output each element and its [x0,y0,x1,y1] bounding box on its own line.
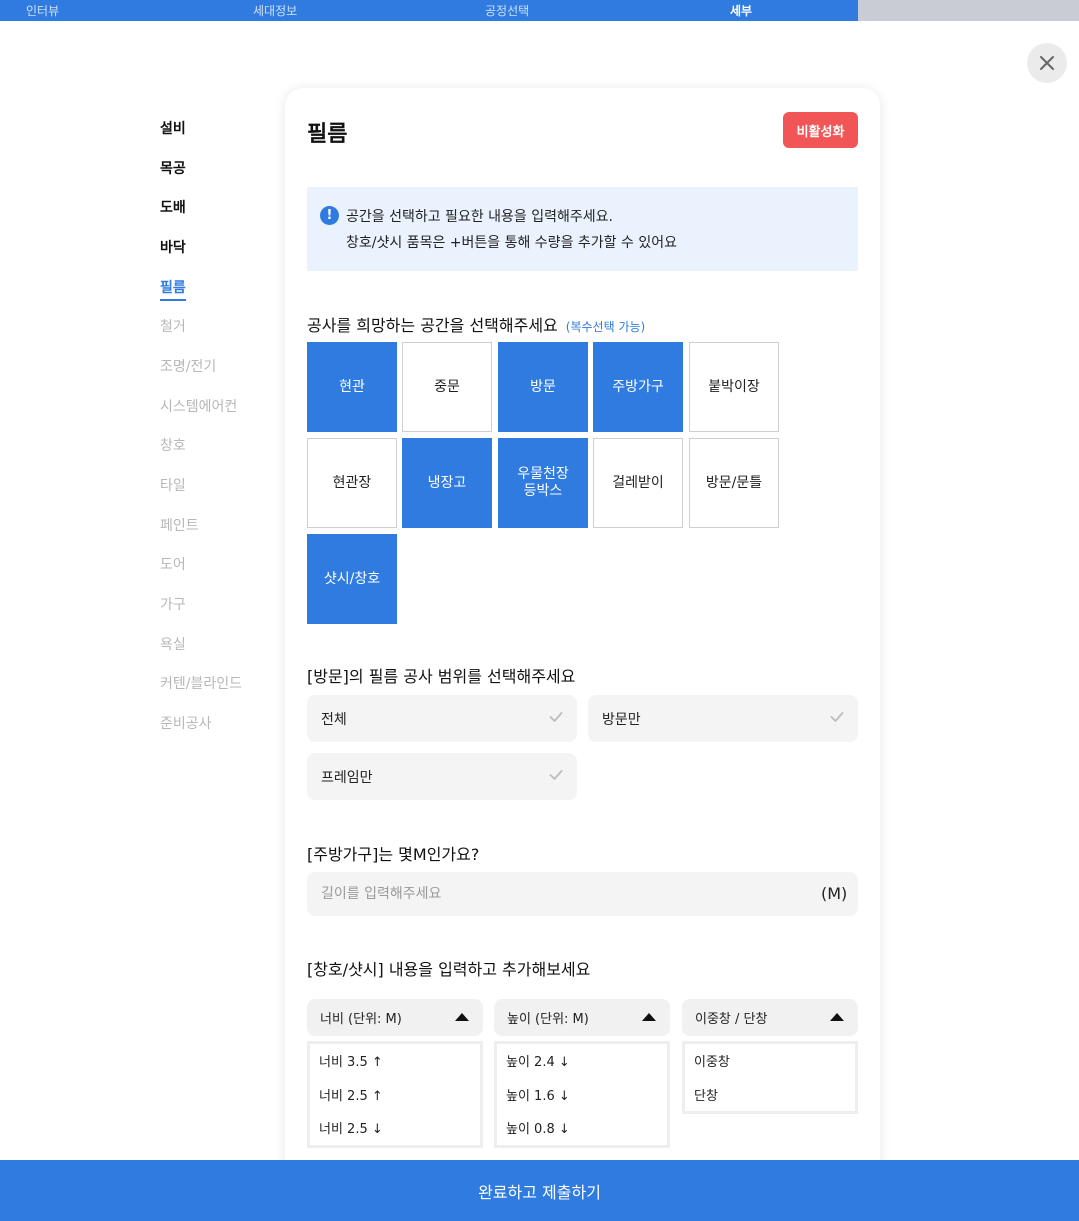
space-tile-label: 샷시/창호 [323,570,381,587]
space-tile-label: 냉장고 [427,474,467,491]
check-icon [549,770,563,780]
space-tile-label: 중문 [434,378,460,395]
kitchen-length-question: [주방가구]는 몇M인가요? [307,845,480,864]
space-tile-label: 방문 [530,378,556,395]
space-tile-door-frame[interactable]: 방문/문틀 [689,438,779,528]
sidebar-item-aircon[interactable]: 시스템에어컨 [160,396,237,416]
door-option-door-only[interactable]: 방문만 [588,695,858,742]
dropdown-label: 이중창 / 단창 [695,1012,768,1027]
sidebar-item-flooring[interactable]: 바닥 [160,237,186,257]
detail-card: 필름 비활성화 ! 공간을 선택하고 필요한 내용을 입력해주세요. 창호/샷시… [285,88,880,1221]
space-tile-kitchen-cabinet[interactable]: 주방가구 [593,342,683,432]
info-box: ! 공간을 선택하고 필요한 내용을 입력해주세요. 창호/샷시 품목은 +버튼… [307,187,858,271]
option-label: 전체 [321,711,347,728]
step-process-select[interactable]: 공정선택 [485,2,529,19]
dropdown-option[interactable]: 너비 2.5 ↓ [310,1111,480,1145]
option-label: 방문만 [602,711,641,728]
space-tile-label: 우물천장 등박스 [517,466,569,499]
sidebar-item-lighting[interactable]: 조명/전기 [160,356,216,376]
sidebar-item-film[interactable]: 필름 [160,277,186,301]
sidebar-item-door[interactable]: 도어 [160,554,186,574]
info-line-2: 창호/샷시 품목은 +버튼을 통해 수량을 추가할 수 있어요 [346,235,677,251]
close-button[interactable] [1027,43,1067,83]
sidebar-item-paint[interactable]: 페인트 [160,515,199,535]
window-question: [창호/샷시] 내용을 입력하고 추가해보세요 [307,960,591,979]
check-icon [549,712,563,722]
space-tile-shoe-cabinet[interactable]: 현관장 [307,438,397,528]
sidebar-item-carpentry[interactable]: 목공 [160,158,186,178]
door-scope-question: [방문]의 필름 공사 범위를 선택해주세요 [307,667,576,686]
space-question: 공사를 희망하는 공간을 선택해주세요 (복수선택 가능) [307,312,645,336]
caret-up-icon [455,1013,469,1021]
step-detail[interactable]: 세부 [730,2,752,19]
height-options-list: 높이 2.4 ↓ 높이 1.6 ↓ 높이 0.8 ↓ [494,1041,670,1148]
space-tile-sash-window[interactable]: 샷시/창호 [307,534,397,624]
submit-button[interactable]: 완료하고 제출하기 [0,1160,1079,1221]
space-tile-label: 주방가구 [612,378,664,395]
check-icon [830,712,844,722]
space-tile-coffered-ceiling[interactable]: 우물천장 등박스 [498,438,588,528]
step-interview[interactable]: 인터뷰 [26,2,59,19]
width-dropdown[interactable]: 너비 (단위: M) [307,999,483,1036]
sidebar-item-wallpaper[interactable]: 도배 [160,197,186,217]
sidebar-item-tile[interactable]: 타일 [160,475,186,495]
door-option-all[interactable]: 전체 [307,695,577,742]
height-dropdown[interactable]: 높이 (단위: M) [494,999,670,1036]
option-label: 프레임만 [321,769,373,786]
space-tile-baseboard[interactable]: 걸레받이 [593,438,683,528]
window-type-dropdown[interactable]: 이중창 / 단창 [682,999,858,1036]
space-tile-entrance[interactable]: 현관 [307,342,397,432]
dropdown-option[interactable]: 이중창 [685,1044,855,1078]
sidebar-item-prep-work[interactable]: 준비공사 [160,713,212,733]
window-type-options-list: 이중창 단창 [682,1041,858,1114]
space-tile-label: 붙박이장 [708,378,760,395]
progress-bar: 인터뷰 세대정보 공정선택 세부 [0,0,1079,21]
space-tile-label: 현관장 [332,474,372,491]
space-tile-built-in-closet[interactable]: 붙박이장 [689,342,779,432]
multi-select-hint: (복수선택 가능) [565,320,646,334]
close-icon [1040,56,1054,70]
space-tile-room-door[interactable]: 방문 [498,342,588,432]
dropdown-option[interactable]: 높이 2.4 ↓ [497,1044,667,1078]
sidebar-item-furniture[interactable]: 가구 [160,594,186,614]
info-icon: ! [320,206,339,225]
dropdown-label: 높이 (단위: M) [507,1012,589,1027]
space-tile-middle-door[interactable]: 중문 [402,342,492,432]
sidebar-item-demolition[interactable]: 철거 [160,316,186,336]
dropdown-label: 너비 (단위: M) [320,1012,402,1027]
dropdown-option[interactable]: 높이 1.6 ↓ [497,1078,667,1112]
length-unit-label: (M) [821,884,848,903]
space-question-text: 공사를 희망하는 공간을 선택해주세요 [307,316,558,335]
dropdown-option[interactable]: 높이 0.8 ↓ [497,1111,667,1145]
dropdown-option[interactable]: 너비 2.5 ↑ [310,1078,480,1112]
page-title: 필름 [307,122,348,147]
dropdown-option[interactable]: 너비 3.5 ↑ [310,1044,480,1078]
caret-up-icon [642,1013,656,1021]
deactivate-button[interactable]: 비활성화 [783,112,858,148]
caret-up-icon [830,1013,844,1021]
sidebar-item-curtain[interactable]: 커텐/블라인드 [160,673,242,693]
sidebar-item-bathroom[interactable]: 욕실 [160,634,186,654]
space-tile-refrigerator[interactable]: 냉장고 [402,438,492,528]
sidebar-item-plumbing[interactable]: 설비 [160,118,186,138]
space-tile-label: 현관 [339,378,365,395]
width-options-list: 너비 3.5 ↑ 너비 2.5 ↑ 너비 2.5 ↓ [307,1041,483,1148]
kitchen-length-input[interactable] [307,872,858,916]
space-tile-label: 방문/문틀 [705,474,763,491]
sidebar-item-windows[interactable]: 창호 [160,435,186,455]
info-line-1: 공간을 선택하고 필요한 내용을 입력해주세요. [346,209,613,225]
space-tile-label: 걸레받이 [612,474,664,491]
step-household-info[interactable]: 세대정보 [253,2,297,19]
dropdown-option[interactable]: 단창 [685,1078,855,1112]
door-option-frame-only[interactable]: 프레임만 [307,753,577,800]
